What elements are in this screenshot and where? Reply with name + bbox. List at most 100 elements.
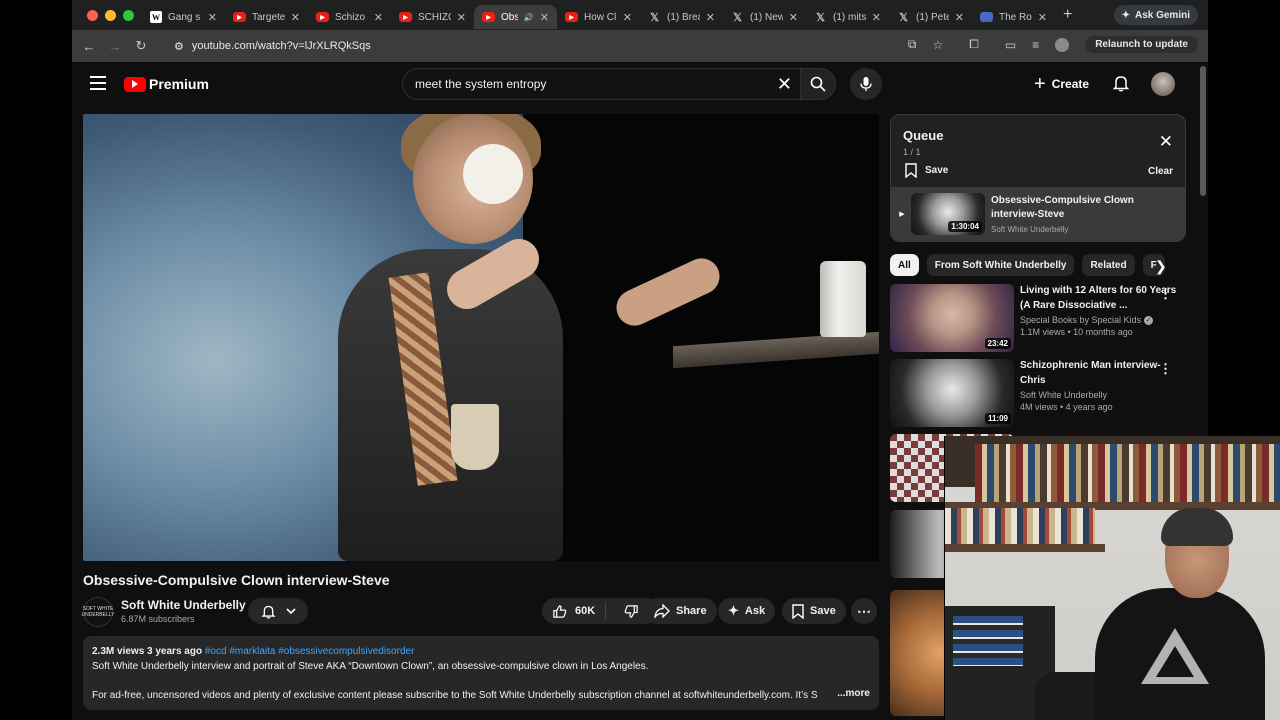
- close-tab-icon[interactable]: ✕: [955, 11, 964, 24]
- pip-books-mid: [945, 508, 1095, 544]
- ask-gemini-button[interactable]: ✦ Ask Gemini: [1113, 5, 1198, 25]
- filter-chip[interactable]: Related: [1082, 254, 1135, 276]
- tab-label: (1) Brea: [667, 11, 700, 23]
- x-icon: 𝕏: [733, 11, 742, 24]
- queue-item[interactable]: ▶ 1:30:04 Obsessive-Compulsive Clown int…: [891, 187, 1185, 241]
- filter-chip[interactable]: All: [890, 254, 919, 276]
- browser-tab[interactable]: ▶ SCHIZO ✕: [391, 5, 474, 29]
- more-vertical-icon[interactable]: ⋮: [1159, 286, 1172, 302]
- share-icon: [654, 604, 670, 618]
- video-thumbnail[interactable]: 23:42: [890, 284, 1014, 352]
- install-app-icon[interactable]: ⧉: [908, 37, 917, 52]
- bookmark-star-icon[interactable]: ☆: [932, 38, 943, 52]
- channel-name[interactable]: Special Books by Special Kids: [1020, 315, 1141, 325]
- hashtags[interactable]: #ocd #marklaita #obsessivecompulsivediso…: [205, 646, 415, 657]
- pip-book-stack: [953, 616, 1023, 666]
- subscriber-count: 6.87M subscribers: [121, 614, 195, 624]
- close-tab-icon[interactable]: ✕: [1038, 11, 1047, 24]
- search-button[interactable]: [800, 68, 836, 100]
- tab-bar: WGang s✕▶Targete✕▶Schizo✕▶SCHIZO✕▶Obs🔊✕▶…: [72, 0, 1208, 30]
- address-bar-row: ← → ↻ ⚙ youtube.com/watch?v=lJrXLRQkSqs …: [72, 30, 1208, 62]
- browser-tab[interactable]: ▶ Obs 🔊 ✕: [474, 5, 557, 29]
- browser-tab[interactable]: 𝕏 (1) New ✕: [723, 5, 806, 29]
- close-queue-icon[interactable]: ✕: [1159, 132, 1173, 152]
- relaunch-to-update-button[interactable]: Relaunch to update: [1085, 36, 1198, 53]
- sidebar-icon[interactable]: ▭: [1005, 38, 1016, 52]
- window-controls: [72, 9, 142, 21]
- page-scrollbar[interactable]: [1200, 66, 1206, 196]
- menu-icon[interactable]: [90, 76, 106, 90]
- more-vertical-icon[interactable]: ⋮: [1159, 361, 1172, 377]
- profile-avatar[interactable]: [1055, 37, 1070, 52]
- minimize-window-button[interactable]: [105, 9, 116, 21]
- ask-gemini-label: Ask Gemini: [1134, 9, 1190, 21]
- search-icon: [810, 76, 826, 92]
- close-tab-icon[interactable]: ✕: [457, 11, 466, 24]
- voice-search-button[interactable]: [850, 68, 882, 100]
- video-cup: [820, 261, 866, 337]
- search-input[interactable]: meet the system entropy ✕: [402, 68, 800, 100]
- list-item[interactable]: 11:09 Schizophrenic Man interview-Chris …: [890, 359, 1186, 431]
- save-button[interactable]: Save: [782, 598, 846, 624]
- bell-icon: [260, 605, 276, 619]
- browser-tab[interactable]: 𝕏 (1) mits ✕: [806, 5, 889, 29]
- tab-label: Schizo: [335, 11, 366, 23]
- queue-item-thumbnail[interactable]: 1:30:04: [911, 193, 985, 235]
- media-controls-icon[interactable]: ≡: [1032, 38, 1039, 52]
- browser-tab[interactable]: 𝕏 (1) Pete ✕: [889, 5, 972, 29]
- reload-button[interactable]: ↻: [128, 38, 154, 54]
- close-tab-icon[interactable]: ✕: [291, 11, 300, 24]
- logo-label: Premium: [149, 76, 209, 92]
- ask-button[interactable]: ✦ Ask: [718, 598, 776, 624]
- create-button[interactable]: + Create: [1034, 72, 1089, 96]
- channel-avatar[interactable]: SOFT WHITE UNDERBELLY: [82, 597, 115, 627]
- filter-chip[interactable]: From Soft White Underbelly: [926, 254, 1075, 276]
- close-tab-icon[interactable]: ✕: [208, 11, 217, 24]
- close-window-button[interactable]: [87, 9, 98, 21]
- browser-tab[interactable]: ▶ Schizo ✕: [308, 5, 391, 29]
- url-field[interactable]: ⚙ youtube.com/watch?v=lJrXLRQkSqs: [174, 40, 371, 53]
- tab-strip: WGang s✕▶Targete✕▶Schizo✕▶SCHIZO✕▶Obs🔊✕▶…: [142, 1, 1055, 29]
- browser-tab[interactable]: ▶ How Cl ✕: [557, 5, 640, 29]
- close-tab-icon[interactable]: ✕: [706, 11, 715, 24]
- close-tab-icon[interactable]: ✕: [540, 11, 549, 24]
- browser-tab[interactable]: The Ro ✕: [972, 5, 1055, 29]
- extensions-icon[interactable]: ⧠: [969, 37, 979, 52]
- browser-tab[interactable]: ▶ Targete ✕: [225, 5, 308, 29]
- like-button[interactable]: 60K: [542, 602, 607, 620]
- zoom-window-button[interactable]: [123, 9, 134, 21]
- video-player[interactable]: [83, 114, 879, 561]
- list-item[interactable]: 23:42 Living with 12 Alters for 60 Years…: [890, 284, 1186, 356]
- duration-badge: 23:42: [984, 338, 1011, 349]
- description-line-1: Soft White Underbelly interview and port…: [92, 660, 649, 672]
- save-queue-button[interactable]: Save: [905, 163, 948, 178]
- close-tab-icon[interactable]: ✕: [872, 11, 881, 24]
- more-actions-button[interactable]: ⋯: [851, 598, 877, 624]
- toolbar-right: ⧉ ☆ ⧠ ▭ ≡ Relaunch to update: [908, 36, 1198, 53]
- browser-tab[interactable]: W Gang s ✕: [142, 5, 225, 29]
- close-tab-icon[interactable]: ✕: [374, 11, 383, 24]
- browser-tab[interactable]: 𝕏 (1) Brea ✕: [640, 5, 723, 29]
- new-tab-button[interactable]: +: [1063, 6, 1072, 24]
- share-button[interactable]: Share: [644, 598, 717, 624]
- site-info-icon[interactable]: ⚙: [174, 40, 184, 53]
- video-thumbnail[interactable]: 11:09: [890, 359, 1014, 427]
- clear-queue-button[interactable]: Clear: [1148, 166, 1173, 177]
- channel-name[interactable]: Soft White Underbelly: [1020, 390, 1107, 400]
- notifications-bell-icon[interactable]: [1112, 74, 1130, 97]
- back-button[interactable]: ←: [76, 39, 102, 54]
- subscription-bell-button[interactable]: [248, 598, 308, 624]
- forward-button[interactable]: →: [102, 39, 128, 54]
- plus-icon: +: [1034, 73, 1046, 95]
- close-tab-icon[interactable]: ✕: [789, 11, 798, 24]
- chevron-right-icon[interactable]: ❯: [1155, 258, 1167, 275]
- show-more-button[interactable]: ...more: [833, 686, 870, 701]
- clear-search-icon[interactable]: ✕: [777, 74, 792, 95]
- account-avatar[interactable]: [1151, 72, 1175, 96]
- description-box[interactable]: 2.3M views 3 years ago #ocd #marklaita #…: [83, 636, 879, 710]
- youtube-premium-logo[interactable]: Premium: [124, 76, 209, 92]
- youtube-icon: ▶: [482, 12, 495, 22]
- audio-playing-icon[interactable]: 🔊: [524, 13, 534, 22]
- channel-name[interactable]: Soft White Underbelly: [121, 598, 246, 612]
- close-tab-icon[interactable]: ✕: [623, 11, 632, 24]
